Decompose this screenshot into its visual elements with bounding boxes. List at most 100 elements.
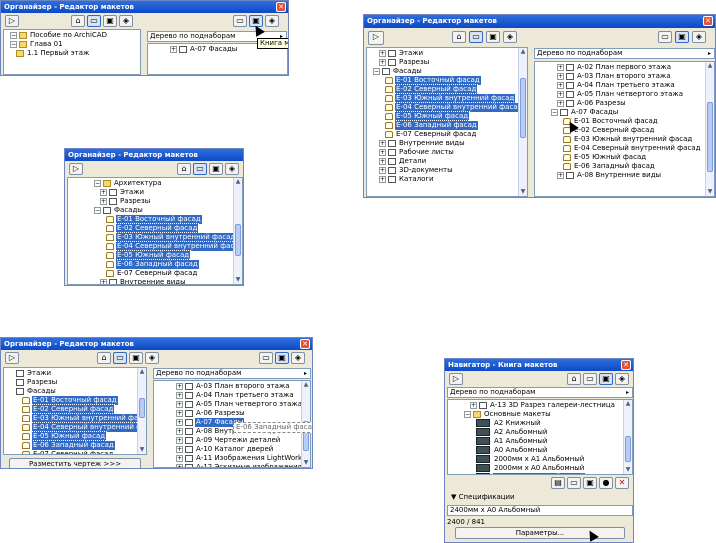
tree-row[interactable]: + А-05 План четвертого этажа: [154, 400, 310, 409]
scrollbar[interactable]: ▲ ▼: [137, 368, 146, 454]
expand-icon[interactable]: +: [379, 157, 386, 165]
right-folder-button[interactable]: ▭: [259, 352, 273, 364]
expand-icon[interactable]: +: [470, 401, 477, 409]
expand-icon[interactable]: +: [557, 99, 564, 107]
tree-row[interactable]: + Разрезы: [367, 58, 527, 67]
tree-row[interactable]: +3D-документы: [367, 166, 527, 175]
tree-row[interactable]: + А-12 Эскизные изображения: [154, 463, 310, 467]
layout-book-button[interactable]: ▣: [103, 15, 117, 27]
tree-row[interactable]: Е-01 Восточный фасад: [68, 214, 242, 225]
tree-row[interactable]: Е-04 Северный внутренний фасад: [535, 144, 714, 153]
new-layout-icon[interactable]: ▤: [551, 477, 565, 489]
view-map-button[interactable]: ▷: [368, 31, 384, 45]
tree-row[interactable]: − Глава 01: [4, 40, 140, 49]
expand-icon[interactable]: +: [176, 382, 183, 390]
tree-row[interactable]: − Основные макеты: [448, 410, 632, 419]
expand-icon[interactable]: +: [379, 166, 386, 174]
expand-icon[interactable]: +: [379, 148, 386, 156]
tree-row[interactable]: + А-06 Разрезы: [154, 409, 310, 418]
tree-row[interactable]: + Рабочие листы: [367, 148, 527, 157]
right-layout-book-button[interactable]: ▣: [675, 31, 689, 43]
expand-icon[interactable]: +: [176, 418, 183, 426]
expand-icon[interactable]: +: [557, 63, 564, 71]
right-folder-button[interactable]: ▭: [658, 31, 672, 43]
expand-icon[interactable]: +: [176, 400, 183, 408]
expand-icon[interactable]: +: [100, 278, 107, 284]
tree-row[interactable]: − Фасады: [367, 67, 527, 76]
collapse-icon[interactable]: −: [94, 179, 101, 187]
tree-row[interactable]: Этажи: [4, 369, 146, 378]
close-icon[interactable]: ✕: [621, 360, 631, 370]
place-drawing-button[interactable]: Разместить чертеж >>>: [9, 458, 141, 468]
tree-row[interactable]: Разрезы: [4, 378, 146, 387]
tree-row[interactable]: Е-07 Северный фасад: [4, 450, 146, 454]
home-icon[interactable]: ⌂: [97, 352, 111, 364]
view-map-button[interactable]: ▷: [5, 15, 19, 27]
expand-icon[interactable]: +: [379, 175, 386, 183]
expand-icon[interactable]: +: [176, 436, 183, 444]
collapse-icon[interactable]: −: [464, 410, 471, 418]
new-folder-icon[interactable]: ▭: [567, 477, 581, 489]
tree-combo[interactable]: Дерево по поднаборам ▸: [534, 48, 715, 59]
scroll-up-icon[interactable]: ▲: [519, 48, 527, 56]
view-map-button[interactable]: ▷: [69, 163, 83, 175]
folder-button[interactable]: ▭: [193, 163, 207, 175]
tree-row[interactable]: + А-11 Изображения LightWorks: [154, 454, 310, 463]
tree-row[interactable]: Е-06 Западный фасад: [68, 259, 242, 270]
close-icon[interactable]: ✕: [300, 339, 310, 349]
scroll-up-icon[interactable]: ▲: [138, 368, 146, 376]
tree-row[interactable]: Фасады: [4, 387, 146, 396]
scroll-thumb[interactable]: [625, 436, 631, 462]
publisher-button[interactable]: ◈: [225, 163, 239, 175]
clone-icon[interactable]: ▣: [583, 477, 597, 489]
tree-row[interactable]: Е-01 Восточный фасад: [367, 75, 527, 86]
tree-row[interactable]: Е-07 Северный фасад: [367, 130, 527, 139]
tree-row[interactable]: + Каталоги: [367, 175, 527, 184]
scroll-down-icon[interactable]: ▼: [138, 446, 146, 454]
tree-row[interactable]: Е-05 Южный фасад: [4, 431, 146, 442]
home-icon[interactable]: ⌂: [452, 31, 466, 43]
scroll-up-icon[interactable]: ▲: [706, 62, 714, 70]
scrollbar[interactable]: ▲ ▼: [233, 178, 242, 284]
folder-button[interactable]: ▭: [583, 373, 597, 385]
expand-icon[interactable]: +: [379, 49, 386, 57]
expand-icon[interactable]: +: [379, 139, 386, 147]
tree-combo[interactable]: Дерево по поднаборам ▸: [447, 387, 633, 398]
expand-icon[interactable]: +: [176, 427, 183, 435]
tree-row[interactable]: + А-10 Каталог дверей: [154, 445, 310, 454]
tree-row[interactable]: А0 Альбомный: [448, 446, 632, 455]
folder-button[interactable]: ▭: [87, 15, 101, 27]
close-icon[interactable]: ✕: [703, 16, 713, 26]
spec-name-field[interactable]: 2400мм х А0 Альбомный: [447, 505, 633, 516]
expand-icon[interactable]: +: [557, 72, 564, 80]
tree-row[interactable]: + А-04 План третьего этажа: [154, 391, 310, 400]
publisher-button[interactable]: ◈: [503, 31, 517, 43]
close-icon[interactable]: ✕: [276, 2, 286, 12]
tree-row[interactable]: + Внутренние виды: [367, 139, 527, 148]
tree-row[interactable]: + Детали: [367, 157, 527, 166]
layout-book-button[interactable]: ▣: [129, 352, 143, 364]
tree-row[interactable]: + А-13 3D Разрез галереи-лестница: [448, 401, 632, 410]
tree-row[interactable]: Е-06 Западный фасад: [535, 162, 714, 171]
tree-row[interactable]: Е-03 Южный внутренний фасад: [68, 232, 242, 243]
right-publisher-button[interactable]: ◈: [265, 15, 279, 27]
expand-icon[interactable]: +: [176, 454, 183, 462]
tree-combo[interactable]: Дерево по поднаборам ▸: [153, 368, 311, 379]
tree-row[interactable]: Е-05 Южный фасад: [535, 153, 714, 162]
tree-row[interactable]: А1 Альбомный: [448, 437, 632, 446]
publisher-button[interactable]: ◈: [615, 373, 629, 385]
scrollbar[interactable]: ▲ ▼: [705, 62, 714, 196]
tree-row[interactable]: + А-08 Внутренние виды: [535, 171, 714, 180]
scroll-up-icon[interactable]: ▲: [624, 400, 632, 408]
tree-row[interactable]: − А-07 Фасады: [535, 108, 714, 117]
tree-row[interactable]: + А-09 Чертежи деталей: [154, 436, 310, 445]
home-icon[interactable]: ⌂: [177, 163, 191, 175]
scroll-down-icon[interactable]: ▼: [624, 466, 632, 474]
tree-row[interactable]: Е-04 Северный внутренний фасад: [68, 241, 242, 252]
tree-row[interactable]: − Пособие по ArchiCAD: [4, 31, 140, 40]
expand-icon[interactable]: +: [170, 45, 177, 53]
publisher-button[interactable]: ◈: [119, 15, 133, 27]
tree-row[interactable]: Е-01 Восточный фасад: [4, 395, 146, 406]
scroll-up-icon[interactable]: ▲: [234, 178, 242, 186]
layout-book-button[interactable]: ▣: [599, 373, 613, 385]
